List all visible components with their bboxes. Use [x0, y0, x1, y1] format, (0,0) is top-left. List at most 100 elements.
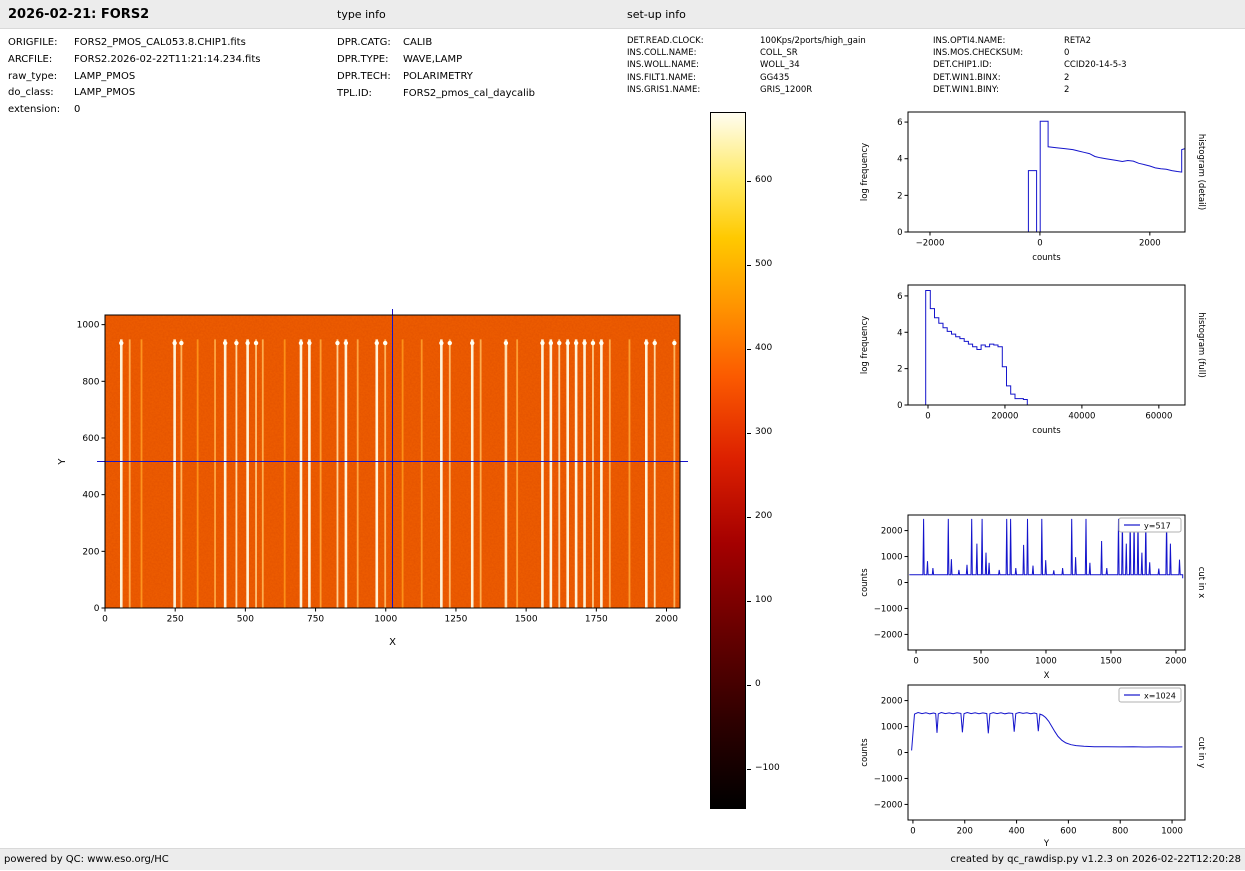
y-tick-label: 6: [897, 292, 902, 302]
setup-info-block-1: DET.READ.CLOCK: 100Kps/2ports/high_gain …: [627, 36, 866, 97]
axes-frame: [908, 112, 1185, 232]
x-tick-label: 1000: [1035, 657, 1057, 667]
y-tick-label: 2: [897, 365, 902, 375]
x-tick-label: 250: [167, 615, 184, 625]
info-value: 0: [1064, 48, 1069, 58]
side-label: histogram (detail): [1196, 134, 1206, 210]
info-value: CALIB: [403, 37, 432, 48]
colorbar-tick-label: 100: [755, 595, 772, 605]
y-tick-label: 4: [897, 328, 902, 338]
info-label: DPR.TYPE:: [337, 54, 403, 65]
header-bar: 2026-02-21: FORS2 type info set-up info: [0, 0, 1245, 29]
info-value: LAMP_PMOS: [74, 87, 135, 98]
info-value: GG435: [760, 73, 789, 83]
y-tick-label: 1000: [77, 321, 100, 331]
histogram-detail-plot: −2000020000246countslog frequencyhistogr…: [852, 103, 1208, 278]
x-tick-label: 200: [957, 827, 973, 837]
y-tick-label: 0: [94, 604, 100, 614]
info-label: INS.WOLL.NAME:: [627, 60, 760, 70]
x-tick-label: 1000: [1161, 827, 1183, 837]
info-value: FORS2_PMOS_CAL053.8.CHIP1.fits: [74, 37, 246, 48]
colorbar-tick: [747, 433, 751, 434]
type-info-block: DPR.CATG: CALIB DPR.TYPE: WAVE,LAMP DPR.…: [337, 37, 535, 105]
info-label: ARCFILE:: [8, 54, 74, 65]
x-tick-label: 40000: [1068, 412, 1095, 422]
x-tick-label: 0: [910, 827, 915, 837]
colorbar-tick-label: 500: [755, 259, 772, 269]
info-value: LAMP_PMOS: [74, 71, 135, 82]
x-axis-label: counts: [1032, 426, 1061, 436]
info-row: DPR.CATG: CALIB: [337, 37, 535, 54]
x-tick-label: 1500: [515, 615, 538, 625]
x-tick-label: 2000: [1139, 239, 1161, 249]
type-info-heading: type info: [337, 0, 386, 29]
info-row: DET.WIN1.BINX: 2: [933, 73, 1127, 85]
y-axis-label: Y: [57, 458, 68, 466]
y-tick-label: 200: [82, 547, 99, 557]
colorbar-tick: [747, 685, 751, 686]
info-row: DET.CHIP1.ID: CCID20-14-5-3: [933, 60, 1127, 72]
info-row: INS.FILT1.NAME: GG435: [627, 73, 866, 85]
cut-in-x-plot: 0500100015002000−2000−1000010002000Xcoun…: [852, 506, 1208, 696]
info-row: do_class: LAMP_PMOS: [8, 87, 260, 104]
setup-info-block-2: INS.OPTI4.NAME: RETA2 INS.MOS.CHECKSUM: …: [933, 36, 1127, 97]
x-tick-label: 2000: [655, 615, 678, 625]
info-label: DET.WIN1.BINX:: [933, 73, 1064, 83]
info-row: raw_type: LAMP_PMOS: [8, 71, 260, 88]
file-info-block: ORIGFILE: FORS2_PMOS_CAL053.8.CHIP1.fits…: [8, 37, 260, 121]
x-axis-label: X: [389, 637, 396, 648]
y-tick-label: 0: [897, 228, 902, 238]
info-value: WAVE,LAMP: [403, 54, 462, 65]
x-tick-label: 500: [237, 615, 254, 625]
info-label: raw_type:: [8, 71, 74, 82]
y-tick-label: −1000: [874, 604, 903, 614]
info-label: TPL.ID:: [337, 88, 403, 99]
y-tick-label: 1000: [881, 723, 903, 733]
y-tick-label: 0: [897, 579, 902, 589]
info-label: DPR.TECH:: [337, 71, 403, 82]
info-row: DET.WIN1.BINY: 2: [933, 85, 1127, 97]
colorbar-tick: [747, 349, 751, 350]
info-row: INS.MOS.CHECKSUM: 0: [933, 48, 1127, 60]
x-tick-label: 800: [1112, 827, 1128, 837]
info-value: CCID20-14-5-3: [1064, 60, 1127, 70]
setup-info-heading: set-up info: [627, 0, 686, 29]
info-label: DPR.CATG:: [337, 37, 403, 48]
x-tick-label: 1750: [585, 615, 608, 625]
page-title: 2026-02-21: FORS2: [8, 0, 149, 29]
y-axis-label: counts: [860, 568, 870, 597]
colorbar-tick-label: 400: [755, 343, 772, 353]
info-row: ORIGFILE: FORS2_PMOS_CAL053.8.CHIP1.fits: [8, 37, 260, 54]
footer-powered-by: powered by QC: www.eso.org/HC: [4, 849, 169, 871]
x-tick-label: −2000: [916, 239, 945, 249]
x-tick-label: 750: [307, 615, 324, 625]
colorbar-tick-label: 0: [755, 679, 761, 689]
info-row: ARCFILE: FORS2.2026-02-22T11:21:14.234.f…: [8, 54, 260, 71]
info-row: DET.READ.CLOCK: 100Kps/2ports/high_gain: [627, 36, 866, 48]
colorbar-tick-label: 600: [755, 175, 772, 185]
y-axis-label: log frequency: [860, 316, 870, 374]
x-tick-label: 500: [973, 657, 989, 667]
side-label: histogram (full): [1196, 312, 1206, 378]
colorbar-tick: [747, 601, 751, 602]
x-tick-label: 20000: [991, 412, 1018, 422]
histogram-full-plot: 02000040000600000246countslog frequencyh…: [852, 276, 1208, 451]
y-tick-label: −2000: [874, 800, 903, 810]
y-tick-label: 400: [82, 491, 99, 501]
x-tick-label: 600: [1060, 827, 1076, 837]
y-tick-label: 600: [82, 434, 99, 444]
info-label: ORIGFILE:: [8, 37, 74, 48]
colorbar-tick-labels: 6005004003002001000−100: [747, 112, 807, 809]
colorbar-tick-label: 300: [755, 427, 772, 437]
x-tick-label: 1000: [374, 615, 397, 625]
y-tick-label: 1000: [881, 553, 903, 563]
y-tick-label: −1000: [874, 774, 903, 784]
info-row: DPR.TECH: POLARIMETRY: [337, 71, 535, 88]
legend-label: x=1024: [1144, 692, 1176, 701]
info-row: TPL.ID: FORS2_pmos_cal_daycalib: [337, 88, 535, 105]
y-axis-label: counts: [860, 738, 870, 767]
y-axis-label: log frequency: [860, 143, 870, 201]
y-tick-label: 2: [897, 191, 902, 201]
colorbar-tick: [747, 265, 751, 266]
legend-label: y=517: [1144, 522, 1171, 531]
